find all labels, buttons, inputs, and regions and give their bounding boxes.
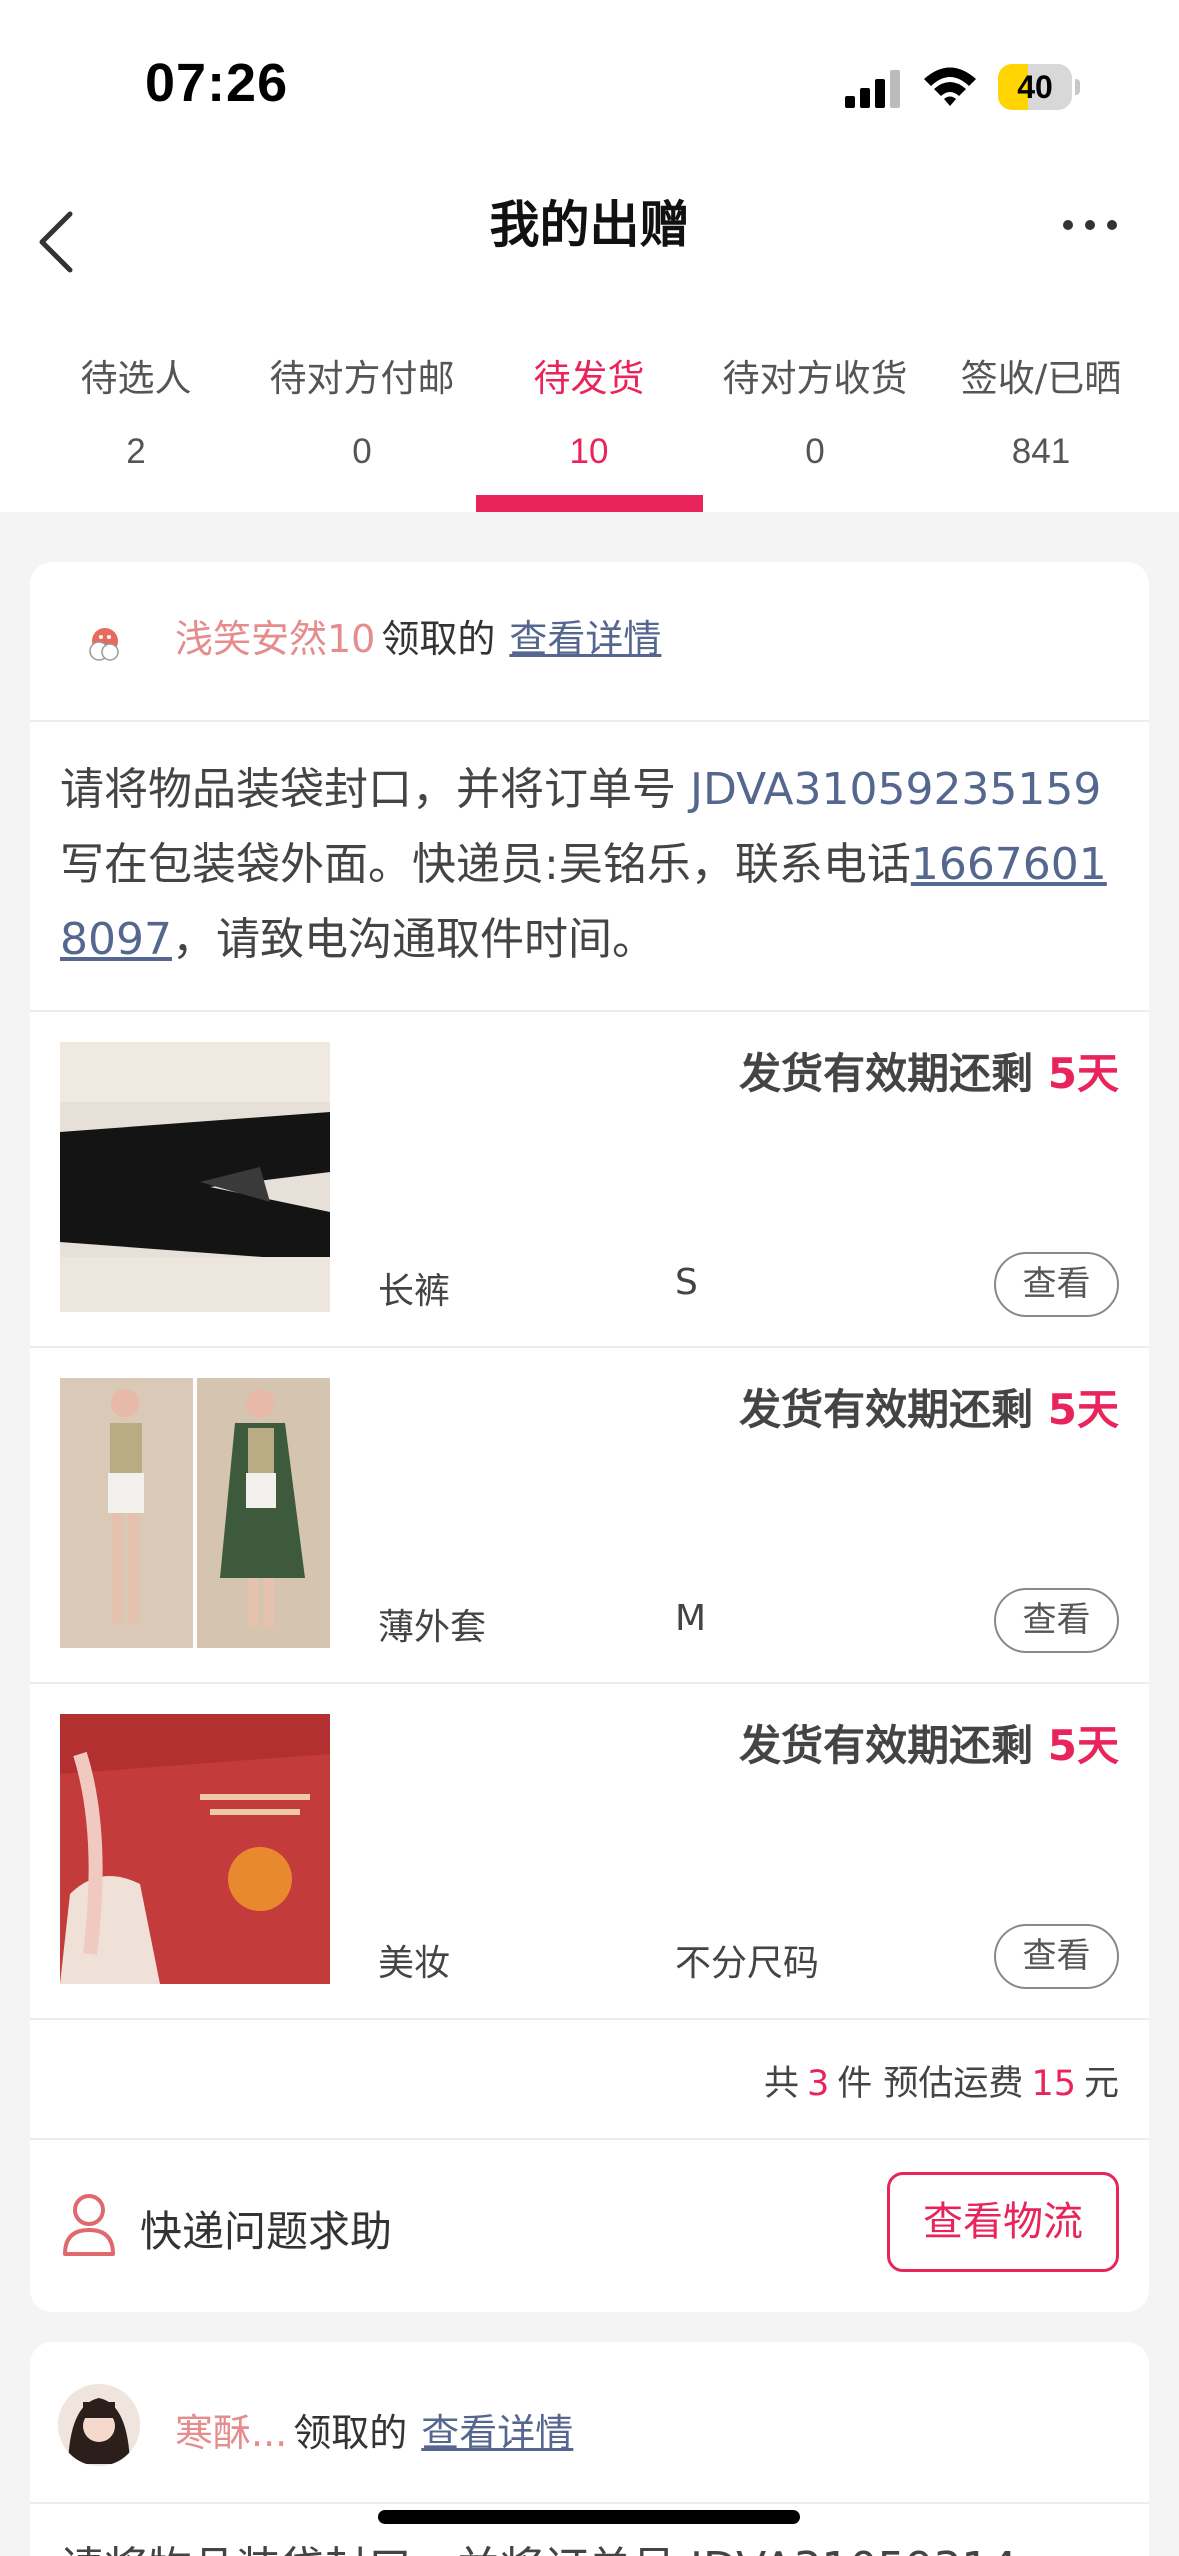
item-photo-shampoo[interactable] [60, 1714, 330, 1984]
currency-unit: 元 [1083, 2064, 1119, 2104]
shipping-validity: 发货有效期还剩 5天 [739, 1040, 1119, 1101]
days-remaining: 5天 [1047, 1049, 1119, 1098]
divider [30, 2502, 1149, 2504]
shipping-instructions: 请将物品装袋封口，并将订单号 JDVA31059314 [60, 2532, 1017, 2556]
card-footer: 快递问题求助 查看物流 [30, 2142, 1149, 2312]
item-row: 发货有效期还剩 5天 薄外套 M 查看 [30, 1348, 1149, 1684]
item-count: 3 [807, 2064, 830, 2104]
person-icon[interactable] [60, 2192, 118, 2256]
item-category: 薄外套 [378, 1607, 487, 1648]
days-remaining: 5天 [1047, 1385, 1119, 1434]
item-row: 发货有效期还剩 5天 美妆 不分尺码 查看 [30, 1684, 1149, 2020]
tab-label: 待对方收货 [722, 357, 908, 400]
validity-label: 发货有效期还剩 [739, 1721, 1048, 1770]
tab-label: 待发货 [533, 357, 645, 400]
tab-count: 10 [569, 432, 609, 471]
courier-help-link[interactable]: 快递问题求助 [140, 2198, 392, 2259]
tab-count: 0 [805, 432, 825, 471]
summary-middle: 件 预估运费 [837, 2064, 1024, 2104]
status-tabs: 待选人 2 待对方付邮 0 待发货 10 待对方收货 0 签收/已晒 841 [0, 320, 1179, 512]
shipping-instructions: 请将物品装袋封口，并将订单号 JDVA31059235159 写在包装袋外面。快… [60, 752, 1130, 977]
nav-bar: 我的出赠 [0, 170, 1179, 320]
claimed-text: 领取的 [381, 617, 496, 661]
validity-label: 发货有效期还剩 [739, 1049, 1048, 1098]
view-details-link[interactable]: 查看详情 [421, 2411, 573, 2455]
tab-label: 签收/已晒 [960, 357, 1122, 400]
order-summary: 共3件 预估运费 15 元 [30, 2020, 1149, 2140]
shipping-validity: 发货有效期还剩 5天 [739, 1376, 1119, 1437]
battery-level: 40 [1017, 69, 1053, 105]
instructions-text: 写在包装袋外面。快递员:吴铭乐，联系电话 [60, 839, 911, 890]
shipping-validity: 发货有效期还剩 5天 [739, 1712, 1119, 1773]
tab-count: 0 [352, 432, 372, 471]
item-category: 长裤 [378, 1271, 451, 1312]
item-row: 发货有效期还剩 5天 长裤 S 查看 [30, 1012, 1149, 1348]
status-bar: 07:26 40 [0, 0, 1179, 170]
tab-label: 待选人 [80, 357, 192, 400]
view-item-button[interactable]: 查看 [994, 1252, 1119, 1317]
order-number: JDVA31059235159 [690, 764, 1102, 815]
status-time: 07:26 [145, 53, 289, 113]
view-logistics-button[interactable]: 查看物流 [887, 2172, 1119, 2272]
page-title: 我的出赠 [489, 196, 690, 254]
more-dots-icon[interactable] [1060, 200, 1120, 250]
home-indicator[interactable] [378, 2510, 800, 2524]
validity-label: 发货有效期还剩 [739, 1385, 1048, 1434]
chevron-left-icon[interactable] [30, 192, 90, 292]
tab-pending-select[interactable]: 待选人 2 [23, 320, 249, 512]
instructions-text: ，请致电沟通取件时间。 [171, 914, 656, 965]
battery-icon: 40 [998, 64, 1080, 110]
avatar[interactable] [58, 2384, 140, 2466]
receiver-name[interactable]: 浅笑安然10 [175, 617, 375, 661]
item-size: 不分尺码 [675, 1943, 820, 1984]
tab-pending-shipment[interactable]: 待发货 10 [476, 320, 702, 512]
view-item-button[interactable]: 查看 [994, 1924, 1119, 1989]
tab-pending-postage[interactable]: 待对方付邮 0 [249, 320, 475, 512]
days-remaining: 5天 [1047, 1721, 1119, 1770]
item-category: 美妆 [378, 1943, 451, 1984]
gift-order-card: 浅笑安然10 领取的 查看详情 请将物品装袋封口，并将订单号 JDVA3105923… [30, 562, 1149, 2312]
summary-prefix: 共 [764, 2064, 800, 2104]
signal-icon [845, 70, 900, 108]
claimed-text: 领取的 [293, 2411, 408, 2455]
item-photo-pants[interactable] [60, 1042, 330, 1312]
tab-pending-receipt[interactable]: 待对方收货 0 [702, 320, 928, 512]
shipping-fee: 15 [1031, 2064, 1076, 2104]
mascot-icon [89, 628, 119, 661]
receiver-name[interactable]: 寒酥... [175, 2411, 287, 2455]
tab-count: 2 [126, 432, 146, 471]
card-header: 浅笑安然10 领取的 查看详情 [30, 562, 1149, 722]
wifi-icon [924, 67, 976, 106]
item-size: M [675, 1598, 707, 1639]
tab-count: 841 [1011, 432, 1071, 471]
view-details-link[interactable]: 查看详情 [509, 617, 661, 661]
active-tab-indicator [476, 495, 703, 512]
tab-received[interactable]: 签收/已晒 841 [928, 320, 1154, 512]
item-photo-jacket[interactable] [60, 1378, 330, 1648]
instructions-text: 请将物品装袋封口，并将订单号 [60, 764, 690, 815]
view-item-button[interactable]: 查看 [994, 1588, 1119, 1653]
item-size: S [675, 1262, 698, 1303]
tab-label: 待对方付邮 [269, 357, 455, 400]
